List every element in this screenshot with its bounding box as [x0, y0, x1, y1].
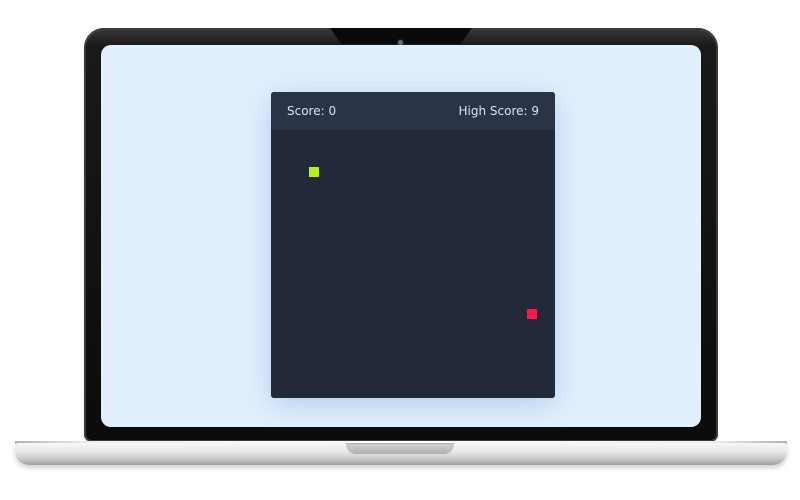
game-screenshot: Score: 0 High Score: 9 [0, 0, 800, 500]
food-item [527, 309, 537, 319]
score-header: Score: 0 High Score: 9 [271, 92, 555, 130]
laptop-screen: Score: 0 High Score: 9 [101, 45, 701, 427]
snake-game-board: Score: 0 High Score: 9 [271, 92, 555, 398]
high-score-display: High Score: 9 [458, 104, 540, 118]
game-play-area[interactable] [271, 130, 555, 398]
score-display: Score: 0 [287, 104, 337, 118]
snake-head [309, 167, 319, 177]
laptop-hinge-cutout [346, 443, 454, 454]
